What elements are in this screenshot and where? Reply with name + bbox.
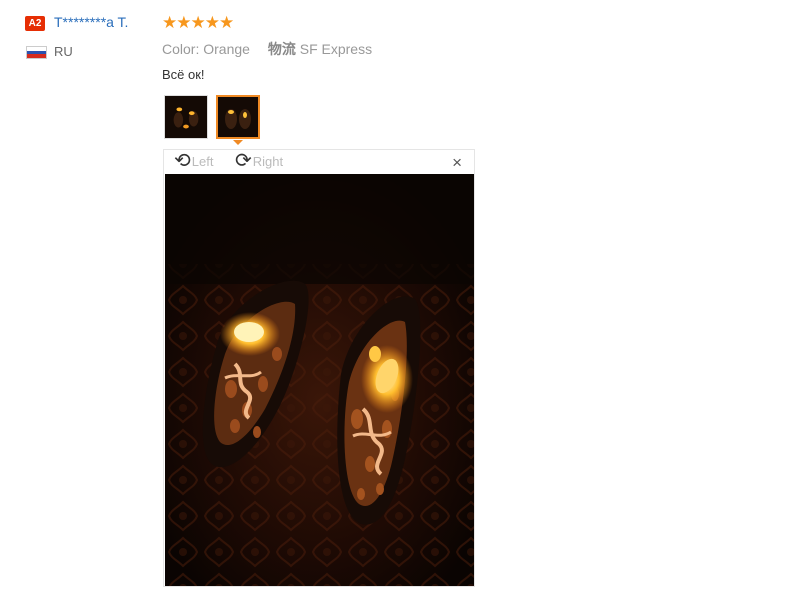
- star-rating: ★★★★★: [162, 13, 234, 32]
- close-icon[interactable]: ×: [452, 153, 462, 173]
- rotate-right-icon: ⟳: [235, 150, 252, 172]
- review-text: Всё ок!: [162, 67, 205, 82]
- rotate-right-button[interactable]: ⟳ Right: [235, 150, 284, 172]
- reviewer-name[interactable]: T********a T.: [54, 14, 128, 30]
- review-photo-thumbnail[interactable]: [164, 95, 208, 139]
- shoe-photo-thumbnail-image: [218, 97, 258, 137]
- order-info: Color: Orange 物流 SF Express: [162, 39, 372, 59]
- photo-viewer: ⟲ Left ⟳ Right ×: [163, 149, 475, 587]
- reviewer-country: RU: [54, 44, 73, 59]
- review-photo-thumbnail-selected[interactable]: [216, 95, 260, 139]
- shipping-label: 物流: [267, 41, 296, 57]
- shoe-photo: [165, 174, 474, 586]
- shoe-photo-thumbnail-image: [165, 96, 207, 138]
- shipping-value: SF Express: [299, 41, 373, 57]
- level-badge: A2: [25, 16, 45, 31]
- color-value: Orange: [203, 41, 250, 57]
- rotate-left-button[interactable]: ⟲ Left: [174, 150, 214, 172]
- russia-flag-icon: [26, 46, 47, 59]
- rotate-left-label: Left: [191, 153, 214, 169]
- rotate-left-icon: ⟲: [174, 150, 191, 172]
- rotate-right-label: Right: [252, 153, 284, 169]
- selected-thumbnail-pointer: [233, 140, 243, 145]
- color-label: Color:: [162, 41, 200, 57]
- viewer-toolbar: ⟲ Left ⟳ Right ×: [164, 150, 474, 174]
